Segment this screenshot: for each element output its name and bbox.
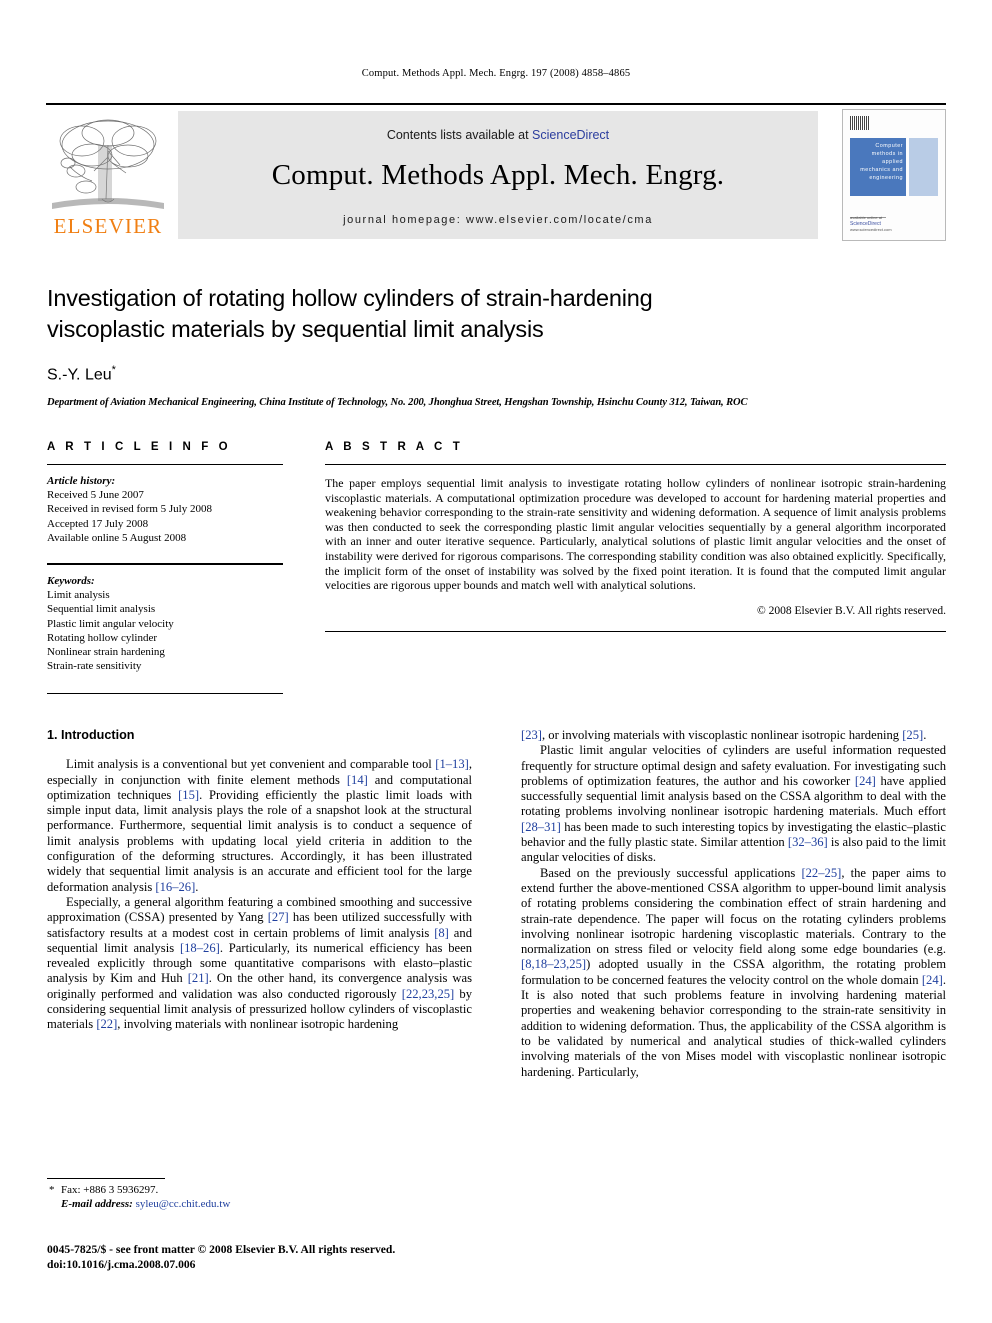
history-label: Article history: (47, 475, 116, 487)
text-run: . (923, 728, 927, 742)
citation-ref[interactable]: [8] (434, 926, 449, 940)
paragraph: Based on the previously successful appli… (521, 866, 946, 1080)
citation-ref[interactable]: [15] (178, 788, 199, 802)
cover-accent-panel (909, 138, 938, 196)
citation-ref[interactable]: [25] (902, 728, 923, 742)
article-info-heading: A R T I C L E I N F O (47, 441, 232, 453)
elsevier-wordmark: ELSEVIER (53, 214, 163, 238)
text-run: . Providing efficiently the plastic limi… (47, 787, 473, 894)
journal-homepage-line[interactable]: journal homepage: www.elsevier.com/locat… (178, 214, 818, 226)
email-link[interactable]: syleu@cc.chit.edu.tw (136, 1198, 231, 1210)
keyword-item: Limit analysis (47, 589, 110, 602)
footnote-block: * Fax: +886 3 5936297. E-mail address: sy… (47, 1178, 472, 1211)
abstract-rule-top (325, 464, 946, 465)
running-head: Comput. Methods Appl. Mech. Engrg. 197 (… (361, 68, 631, 79)
article-info-column: A R T I C L E I N F O Article history: R… (47, 441, 283, 695)
history-item: Received in revised form 5 July 2008 (47, 503, 212, 516)
affiliation: Department of Aviation Mechanical Engine… (47, 397, 748, 409)
keywords-label: Keywords: (47, 575, 95, 588)
journal-title: Comput. Methods Appl. Mech. Engrg. (271, 159, 725, 191)
abstract-rule-bottom (325, 630, 946, 632)
history-item: Available online 5 August 2008 (47, 531, 187, 544)
author-list: S.-Y. Leu* (47, 364, 747, 384)
elsevier-logo: ELSEVIER (46, 111, 170, 239)
abstract-column: A B S T R A C T The paper employs sequen… (325, 441, 946, 632)
contents-prefix: Contents lists available at (386, 128, 533, 142)
cover-footer: available online at ScienceDirect www.sc… (850, 215, 938, 233)
text-run: Limit analysis is a conventional but yet… (66, 757, 436, 772)
fax-text: Fax: +886 3 5936297. (61, 1184, 159, 1196)
footnote-email: E-mail address: syleu@cc.chit.edu.tw (47, 1197, 472, 1211)
paragraph: Especially, a general algorithm featurin… (47, 895, 472, 1033)
author-name: S.-Y. Leu (47, 366, 112, 384)
masthead-center-band: Contents lists available at ScienceDirec… (178, 111, 818, 239)
body-column-right: [23], or involving materials with viscop… (521, 728, 946, 1080)
history-item: Received 5 June 2007 (47, 489, 144, 502)
journal-masthead: ELSEVIER Contents lists available at Sci… (46, 103, 946, 241)
keyword-item: Rotating hollow cylinder (47, 631, 157, 644)
text-run: Based on the previously successful appli… (540, 865, 802, 880)
sciencedirect-link[interactable]: ScienceDirect (532, 128, 609, 142)
info-rule-middle (47, 563, 283, 566)
footnote-marker: * (49, 1184, 55, 1196)
citation-ref[interactable]: [8,18–23,25] (521, 957, 586, 971)
contents-available-line: Contents lists available at ScienceDirec… (178, 111, 818, 142)
history-item: Accepted 17 July 2008 (47, 517, 149, 530)
cover-publisher-label: www.sciencedirect.com (850, 227, 892, 232)
keyword-item: Sequential limit analysis (47, 603, 156, 616)
journal-cover-thumbnail[interactable]: Computer methods in applied mechanics an… (842, 109, 946, 241)
text-run: , involving materials with nonlinear iso… (117, 1017, 399, 1032)
citation-ref[interactable]: [14] (347, 773, 368, 787)
article-history: Article history: Received 5 June 2007 Re… (47, 474, 283, 545)
keywords-list: Keywords: Limit analysis Sequential limi… (47, 574, 283, 673)
info-rule-top (47, 464, 283, 465)
issn-line: 0045-7825/$ - see front matter © 2008 El… (47, 1243, 396, 1256)
cover-title-panel: Computer methods in applied mechanics an… (850, 138, 906, 196)
citation-ref[interactable]: [18–26] (180, 941, 220, 955)
article-title: Investigation of rotating hollow cylinde… (47, 285, 653, 342)
citation-ref[interactable]: [28–31] (521, 820, 561, 834)
author-footnote-marker[interactable]: * (112, 364, 116, 376)
elsevier-tree-icon (52, 119, 164, 209)
citation-ref[interactable]: [22] (96, 1017, 117, 1031)
email-label: E-mail address: (61, 1198, 133, 1210)
citation-ref[interactable]: [23] (521, 728, 542, 742)
keyword-item: Strain-rate sensitivity (47, 660, 142, 673)
citation-ref[interactable]: [21] (188, 971, 209, 985)
issn-doi-block: 0045-7825/$ - see front matter © 2008 El… (47, 1243, 547, 1272)
abstract-copyright: © 2008 Elsevier B.V. All rights reserved… (757, 604, 946, 617)
citation-ref[interactable]: [32–36] (788, 835, 828, 849)
citation-ref[interactable]: [27] (268, 910, 289, 924)
info-rule-bottom (47, 693, 283, 695)
abstract-heading: A B S T R A C T (325, 441, 464, 453)
barcode-icon (850, 116, 870, 130)
text-run: . (195, 879, 199, 894)
text-run: , or involving materials with viscoplast… (541, 728, 903, 742)
citation-ref[interactable]: [16–26] (155, 880, 195, 894)
section-heading-introduction: 1. Introduction (47, 728, 135, 742)
title-block: Investigation of rotating hollow cylinde… (47, 283, 748, 408)
article-page: Comput. Methods Appl. Mech. Engrg. 197 (… (0, 0, 992, 1323)
abstract-text: The paper employs sequential limit analy… (325, 476, 946, 593)
citation-ref[interactable]: [24] (855, 774, 876, 788)
text-run: . It is also noted that such problems fe… (521, 972, 946, 1079)
footnote-rule (47, 1178, 165, 1179)
paragraph: Limit analysis is a conventional but yet… (47, 757, 472, 895)
paragraph: Plastic limit angular velocities of cyli… (521, 743, 946, 865)
keyword-item: Plastic limit angular velocity (47, 617, 174, 630)
citation-ref[interactable]: [22,23,25] (402, 987, 454, 1001)
citation-ref[interactable]: [22–25] (801, 866, 841, 880)
citation-ref[interactable]: [24] (922, 973, 943, 987)
paragraph: [23], or involving materials with viscop… (521, 728, 946, 743)
citation-ref[interactable]: [1–13] (435, 757, 469, 771)
footnote-fax: * Fax: +886 3 5936297. (47, 1183, 472, 1197)
keyword-item: Nonlinear strain hardening (47, 646, 165, 659)
body-column-left: 1. Introduction Limit analysis is a conv… (47, 728, 472, 1033)
doi-line[interactable]: doi:10.1016/j.cma.2008.07.006 (47, 1258, 547, 1273)
